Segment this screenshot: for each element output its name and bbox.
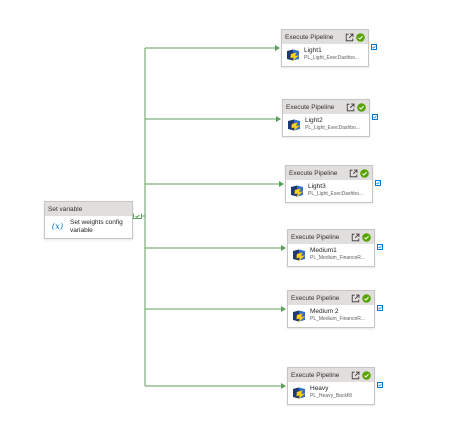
activity-type-label: Execute Pipeline [291, 233, 340, 241]
execute-pipeline-activity[interactable]: Execute Pipeline Heavy PL_Heavy_Backfill [287, 367, 375, 405]
set-variable-activity[interactable]: Set variable (𝑥) Set weights config vari… [44, 201, 133, 239]
activity-name: Medium 2 [310, 308, 339, 315]
open-in-new-icon[interactable] [351, 294, 360, 303]
activity-type-label: Execute Pipeline [286, 103, 335, 111]
activity-name: Medium1 [310, 247, 337, 254]
activity-header: Execute Pipeline [286, 166, 372, 180]
success-check-icon [362, 370, 371, 380]
activity-body: (𝑥) Set weights config variable [45, 216, 132, 238]
activity-header: Set variable [45, 202, 132, 216]
activity-type-label: Execute Pipeline [289, 169, 338, 177]
activity-name: Light2 [305, 117, 323, 124]
activity-body: Medium1 PL_Medium_FinanceR... [288, 244, 374, 265]
execute-pipeline-activity[interactable]: Execute Pipeline Light1 PL_Light_ExecDashb… [281, 29, 369, 67]
activity-body: Medium 2 PL_Medium_FinanceR... [288, 305, 374, 326]
execute-pipeline-activity[interactable]: Execute Pipeline Medium1 PL_Medium_Finance… [287, 229, 375, 267]
activity-name: Light3 [308, 183, 326, 190]
execute-pipeline-icon [292, 248, 306, 262]
pipeline-reference: PL_Light_ExecDashbo... [304, 55, 360, 61]
execute-pipeline-icon [290, 184, 304, 198]
activity-texts: Light1 PL_Light_ExecDashbo... [304, 47, 360, 62]
connector-arrowhead [281, 383, 286, 389]
variable-icon: (𝑥) [51, 222, 64, 232]
output-success-handle[interactable] [133, 212, 142, 220]
select-checkbox[interactable] [371, 44, 377, 50]
activity-texts: Light3 PL_Light_ExecDashbo... [308, 183, 364, 198]
activity-header: Execute Pipeline [282, 30, 368, 44]
execute-pipeline-icon [287, 118, 301, 132]
open-in-new-icon[interactable] [346, 103, 355, 112]
select-checkbox[interactable] [377, 244, 383, 250]
success-check-icon [362, 232, 371, 242]
execute-pipeline-activity[interactable]: Execute Pipeline Light3 PL_Light_ExecDashb… [285, 165, 373, 203]
execute-pipeline-activity[interactable]: Execute Pipeline Medium 2 PL_Medium_Financ… [287, 290, 375, 328]
activity-texts: Medium 2 PL_Medium_FinanceR... [310, 308, 366, 323]
select-checkbox[interactable] [372, 114, 378, 120]
success-check-icon [357, 102, 366, 112]
activity-texts: Light2 PL_Light_ExecDashbo... [305, 117, 361, 132]
success-check-icon [356, 32, 365, 42]
activity-name: Heavy [310, 385, 329, 392]
connector-arrowhead [281, 306, 286, 312]
connector-arrowhead [281, 245, 286, 251]
open-in-new-icon[interactable] [351, 371, 360, 380]
open-in-new-icon[interactable] [345, 33, 354, 42]
activity-type-label: Execute Pipeline [285, 33, 334, 41]
select-checkbox[interactable] [377, 305, 383, 311]
connector-arrowhead [279, 181, 284, 187]
pipeline-reference: PL_Medium_FinanceR... [310, 255, 366, 261]
activity-texts: Medium1 PL_Medium_FinanceR... [310, 247, 366, 262]
pipeline-reference: PL_Light_ExecDashbo... [305, 125, 361, 131]
open-in-new-icon[interactable] [351, 233, 360, 242]
activity-header: Execute Pipeline [288, 291, 374, 305]
success-check-icon [362, 293, 371, 303]
connector-arrowhead [276, 116, 281, 122]
execute-pipeline-icon [292, 309, 306, 323]
activity-type-label: Execute Pipeline [291, 294, 340, 302]
pipeline-reference: PL_Heavy_Backfill [310, 393, 352, 399]
execute-pipeline-icon [292, 386, 306, 400]
select-checkbox[interactable] [377, 382, 383, 388]
activity-body: Heavy PL_Heavy_Backfill [288, 382, 374, 403]
pipeline-canvas[interactable]: Set variable (𝑥) Set weights config vari… [0, 0, 450, 435]
activity-name: Light1 [304, 47, 322, 54]
pipeline-reference: PL_Light_ExecDashbo... [308, 191, 364, 197]
activity-texts: Heavy PL_Heavy_Backfill [310, 385, 366, 400]
activity-type-label: Set variable [48, 205, 83, 213]
activity-type-label: Execute Pipeline [291, 371, 340, 379]
success-check-icon [360, 168, 369, 178]
execute-pipeline-activity[interactable]: Execute Pipeline Light2 PL_Light_ExecDashb… [282, 99, 370, 137]
open-in-new-icon[interactable] [349, 169, 358, 178]
activity-body: Light1 PL_Light_ExecDashbo... [282, 44, 368, 65]
activity-body: Light3 PL_Light_ExecDashbo... [286, 180, 372, 201]
activity-header: Execute Pipeline [288, 368, 374, 382]
activity-header: Execute Pipeline [288, 230, 374, 244]
execute-pipeline-icon [286, 48, 300, 62]
connector-arrowhead [275, 45, 280, 51]
activity-header: Execute Pipeline [283, 100, 369, 114]
select-checkbox[interactable] [375, 180, 381, 186]
activity-name: Set weights config variable [70, 219, 123, 234]
activity-body: Light2 PL_Light_ExecDashbo... [283, 114, 369, 135]
pipeline-reference: PL_Medium_FinanceR... [310, 316, 366, 322]
